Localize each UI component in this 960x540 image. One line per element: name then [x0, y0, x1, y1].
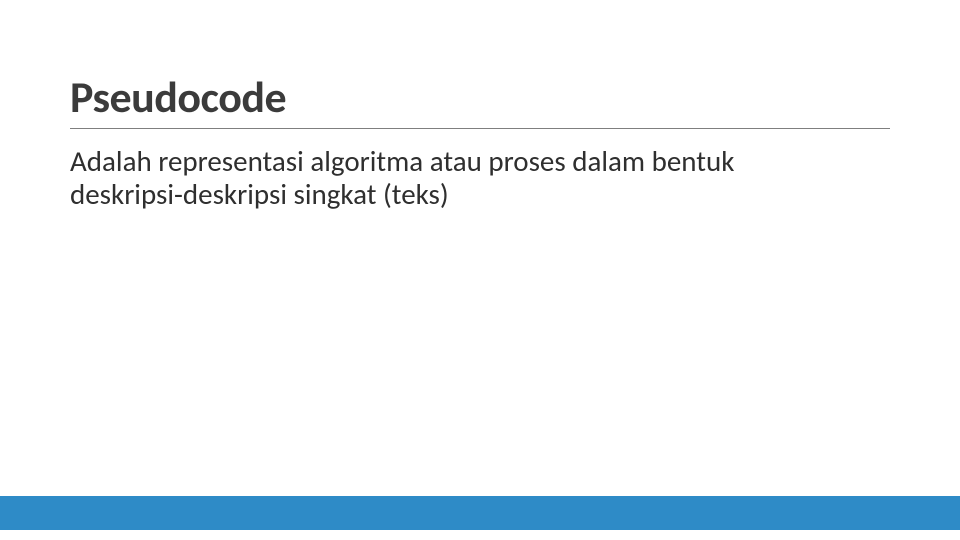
footer-accent-bar: [0, 496, 960, 530]
title-underline: [70, 128, 890, 129]
slide-body-text: Adalah representasi algoritma atau prose…: [70, 145, 850, 212]
slide: Pseudocode Adalah representasi algoritma…: [0, 0, 960, 540]
slide-title: Pseudocode: [70, 70, 890, 124]
